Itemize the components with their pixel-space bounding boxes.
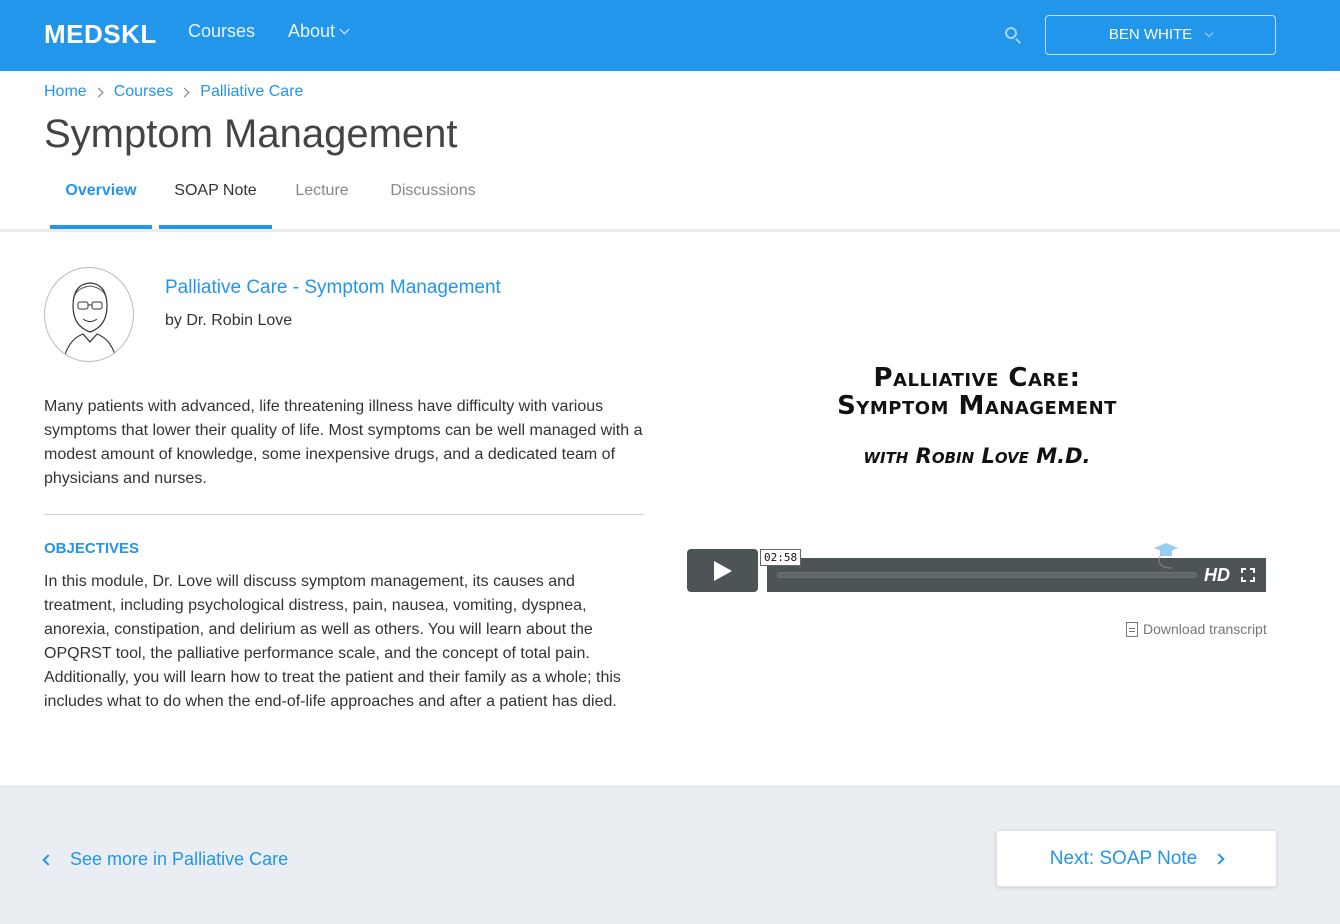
nav-about-label: About [288, 21, 336, 41]
video-duration: 02:58 [760, 549, 802, 566]
tab-label: Discussions [390, 182, 476, 199]
course-title-link[interactable]: Palliative Care - Symptom Management [165, 277, 501, 299]
video-title: Palliative Care: Symptom Management [687, 364, 1267, 420]
medskl-logo[interactable]: MEDSKL [44, 19, 157, 50]
fullscreen-icon[interactable] [1241, 568, 1255, 582]
chevron-down-icon [339, 24, 350, 35]
page-title: Symptom Management [44, 112, 458, 156]
instructor-avatar [44, 267, 134, 362]
user-name: BEN WHITE [1108, 26, 1193, 43]
play-button[interactable] [687, 549, 758, 592]
tab-discussions[interactable]: Discussions [380, 170, 486, 229]
graduation-cap-icon [1154, 543, 1178, 569]
chevron-down-icon [1204, 28, 1214, 38]
objectives-heading: OBJECTIVES [44, 540, 140, 557]
hd-toggle[interactable]: HD [1204, 565, 1230, 586]
top-navbar: MEDSKL Courses About BEN WHITE [0, 0, 1340, 71]
chevron-right-icon [179, 87, 190, 97]
breadcrumb-home[interactable]: Home [44, 83, 87, 101]
tab-overview[interactable]: Overview [50, 170, 152, 229]
tab-label: Overview [65, 182, 137, 199]
see-more-link[interactable]: See more in Palliative Care [42, 849, 289, 870]
instructor-byline: by Dr. Robin Love [165, 312, 293, 329]
chevron-right-icon [1213, 852, 1225, 865]
objectives-text: In this module, Dr. Love will discuss sy… [44, 573, 621, 710]
tab-label: Lecture [295, 182, 349, 199]
next-button[interactable]: Next: SOAP Note [996, 830, 1277, 887]
search-icon[interactable] [1004, 26, 1022, 44]
play-icon [714, 561, 732, 581]
next-button-label: Next: SOAP Note [1049, 847, 1198, 869]
video-title-line2: Symptom Management [837, 391, 1117, 421]
tab-soap-note[interactable]: SOAP Note [159, 170, 272, 229]
breadcrumb-palliative-care[interactable]: Palliative Care [200, 83, 303, 101]
tab-lecture[interactable]: Lecture [284, 170, 360, 229]
tab-label: SOAP Note [174, 182, 257, 199]
video-progress-track[interactable] [777, 572, 1197, 578]
course-description: Many patients with advanced, life threat… [44, 398, 643, 487]
user-menu-button[interactable]: BEN WHITE [1045, 15, 1276, 55]
see-more-label: See more in Palliative Care [70, 849, 289, 869]
video-player[interactable]: Palliative Care: Symptom Management with… [687, 330, 1267, 592]
nav-courses-link[interactable]: Courses [188, 21, 255, 42]
breadcrumb: Home Courses Palliative Care [44, 83, 303, 101]
divider [44, 514, 644, 515]
breadcrumb-courses[interactable]: Courses [114, 83, 174, 101]
chevron-left-icon [42, 853, 54, 866]
download-transcript-link[interactable]: Download transcript [1126, 621, 1267, 637]
download-transcript-label: Download transcript [1143, 621, 1267, 637]
chevron-right-icon [93, 87, 104, 97]
video-subtitle: with Robin Love M.D. [863, 444, 1091, 468]
tabs-divider [0, 229, 1340, 232]
nav-about-dropdown[interactable]: About [288, 21, 350, 42]
video-title-line1: Palliative Care: [873, 363, 1081, 393]
document-icon [1126, 621, 1138, 637]
